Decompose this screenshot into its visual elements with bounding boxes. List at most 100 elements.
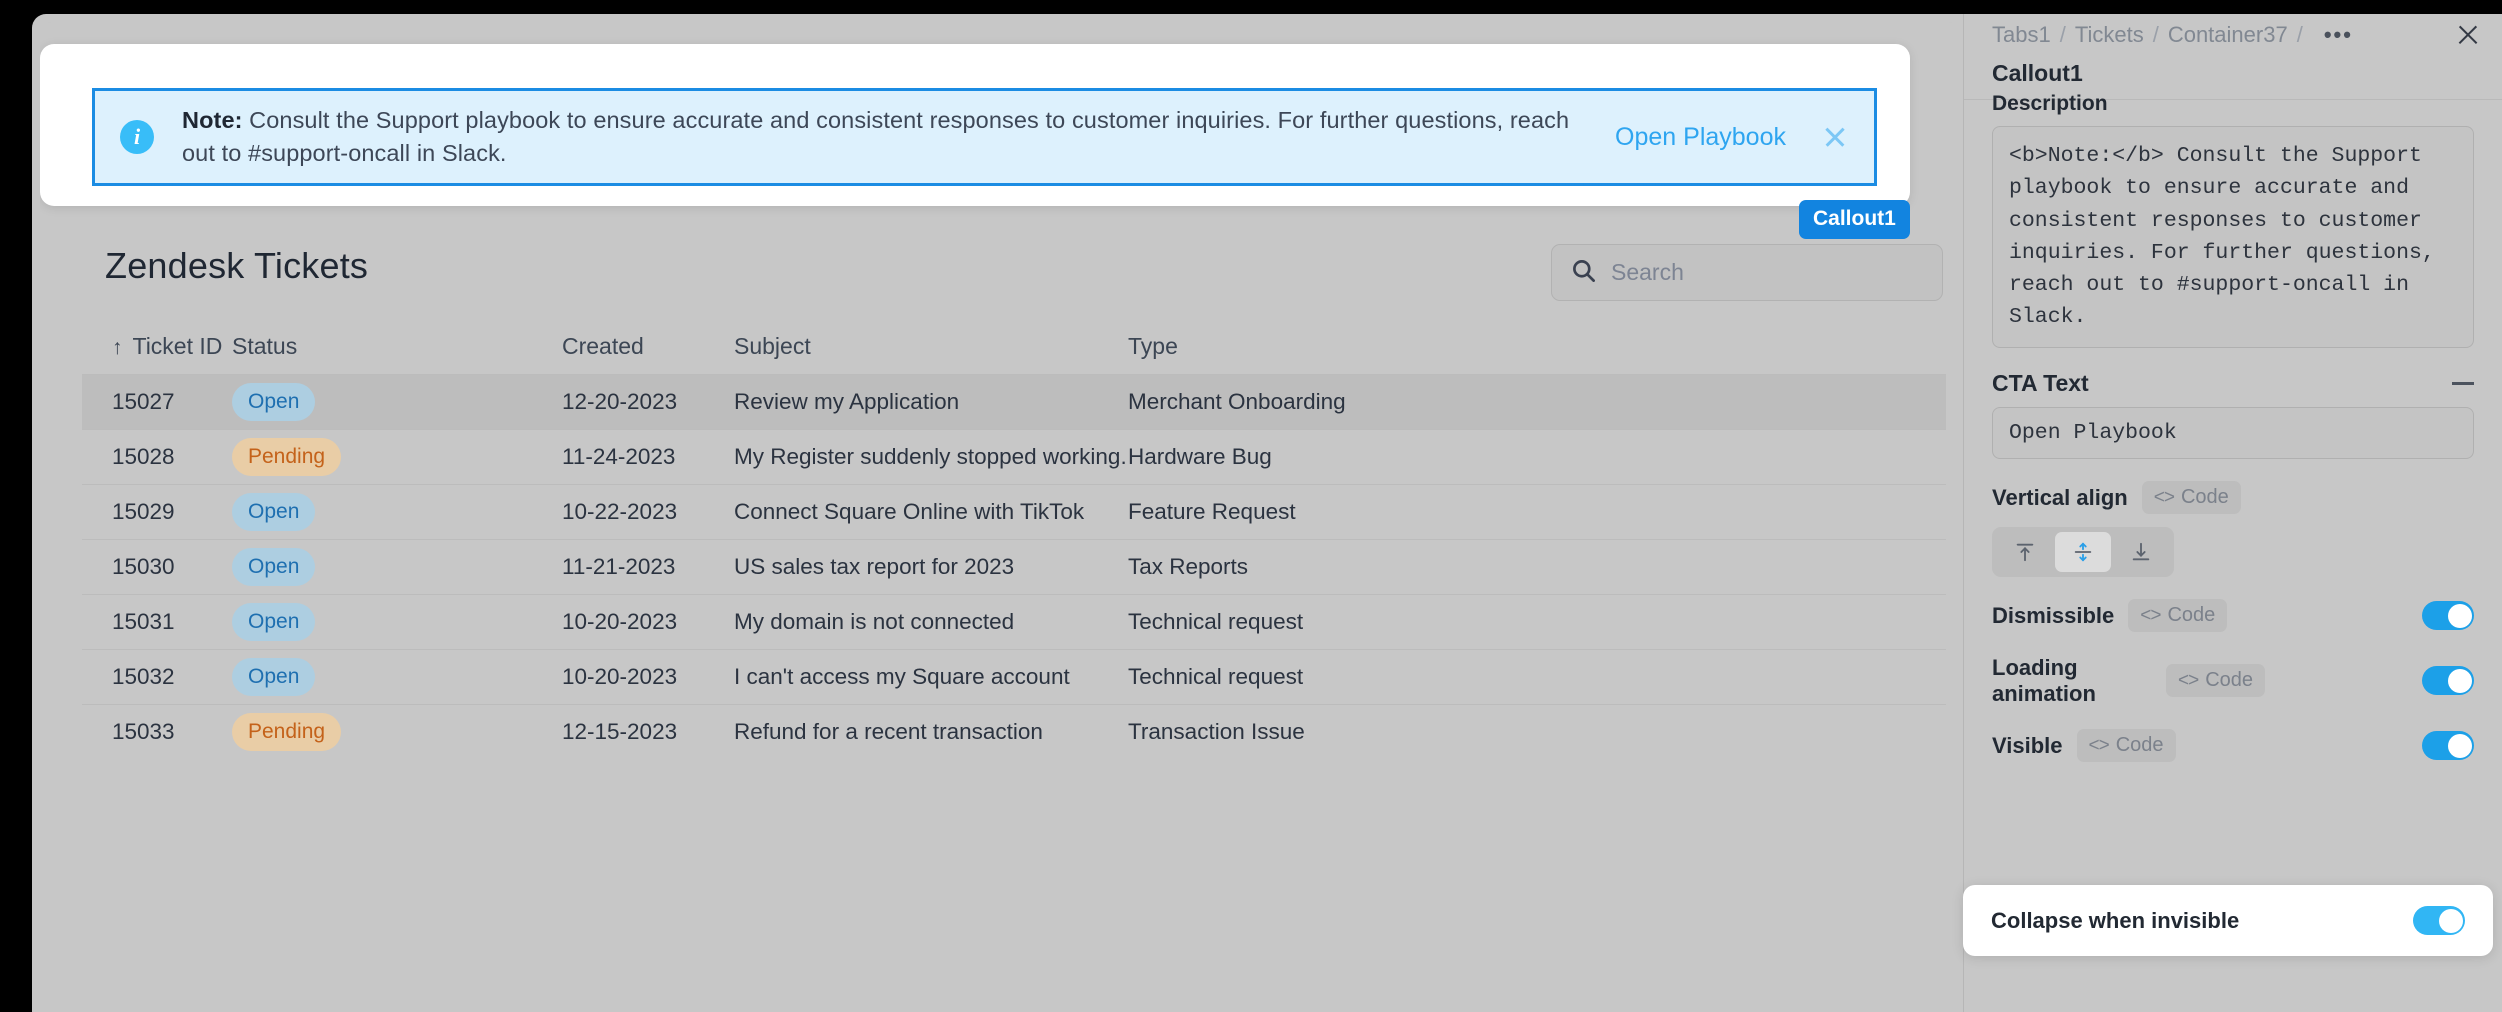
search-input[interactable]: Search	[1551, 244, 1943, 301]
code-chip-label: Code	[2116, 734, 2164, 757]
tickets-table: ↑Ticket ID Status Created Subject Type 1…	[82, 318, 1946, 759]
cell-ticket-id: 15028	[82, 444, 232, 470]
code-chip[interactable]: <> Code	[2077, 729, 2176, 762]
code-chip[interactable]: <>Code	[2128, 599, 2227, 632]
cell-type: Feature Request	[1128, 499, 1528, 525]
column-header-ticket-id[interactable]: ↑Ticket ID	[82, 333, 232, 360]
breadcrumb-separator: /	[2297, 22, 2303, 48]
table-row[interactable]: 15030Open 11-21-2023US sales tax report f…	[82, 539, 1946, 594]
property-toggle[interactable]	[2422, 601, 2474, 630]
status-badge: Open	[232, 493, 315, 531]
table-row[interactable]: 15031Open10-20-2023My domain is not conn…	[82, 594, 1946, 649]
table-row[interactable]: 15033Pending12-15-2023Refund for a recen…	[82, 704, 1946, 759]
close-icon[interactable]	[1822, 124, 1848, 150]
cell-created: 10-22-2023	[562, 499, 734, 525]
search-placeholder: Search	[1611, 259, 1684, 286]
callout-banner[interactable]: i Note: Consult the Support playbook to …	[92, 88, 1877, 186]
vertical-align-label: Vertical align	[1992, 485, 2128, 511]
cell-subject: I can't access my Square account	[734, 664, 1128, 690]
table-row[interactable]: 15032Open 10-20-2023I can't access my Squ…	[82, 649, 1946, 704]
cell-created: 12-15-2023	[562, 719, 734, 745]
cell-type: Tax Reports	[1128, 554, 1528, 580]
column-header-created[interactable]: Created	[562, 333, 734, 360]
cell-created: 10-20-2023	[562, 664, 734, 690]
breadcrumb: Tabs1 / Tickets / Container37 / •••	[1964, 14, 2502, 56]
cell-status: Pending	[232, 713, 562, 751]
collapse-when-invisible-label: Collapse when invisible	[1991, 908, 2239, 934]
cell-created: 11-21-2023	[562, 554, 734, 580]
status-badge: Open	[232, 548, 315, 586]
cell-created: 10-20-2023	[562, 609, 734, 635]
toggle-knob	[2448, 734, 2472, 758]
toggle-knob	[2448, 669, 2472, 693]
cell-status: Open	[232, 493, 562, 531]
cta-text-input[interactable]: Open Playbook	[1992, 407, 2474, 459]
toggle-knob	[2448, 604, 2472, 628]
cell-type: Technical request	[1128, 664, 1528, 690]
search-icon	[1570, 257, 1597, 289]
column-header-status[interactable]: Status	[232, 333, 562, 360]
status-badge: Open	[232, 658, 315, 696]
collapse-when-invisible-row[interactable]: Collapse when invisible	[1963, 885, 2493, 956]
cell-ticket-id: 15027	[82, 389, 232, 415]
cell-ticket-id: 15032	[82, 664, 232, 690]
property-row: Dismissible<>Code	[1992, 599, 2474, 633]
close-icon[interactable]	[2456, 23, 2480, 47]
cta-text-section-header: CTA Text	[1992, 370, 2474, 397]
code-brackets-icon: <>	[2089, 735, 2109, 757]
breadcrumb-overflow-icon[interactable]: •••	[2324, 22, 2353, 48]
cell-ticket-id: 15030	[82, 554, 232, 580]
code-chip-label: Code	[2167, 604, 2215, 627]
cta-text-label: CTA Text	[1992, 370, 2089, 397]
breadcrumb-item-tickets[interactable]: Tickets	[2075, 22, 2144, 48]
cell-subject: US sales tax report for 2023	[734, 554, 1128, 580]
cell-type: Technical request	[1128, 609, 1528, 635]
breadcrumb-item-container37[interactable]: Container37	[2168, 22, 2288, 48]
column-header-type[interactable]: Type	[1128, 333, 1528, 360]
code-chip-label: Code	[2205, 669, 2253, 692]
vertical-align-segmented-control	[1992, 527, 2174, 577]
table-row[interactable]: 15028Pending11-24-2023My Register sudden…	[82, 429, 1946, 484]
app-preview-area: i Note: Consult the Support playbook to …	[40, 22, 1960, 1012]
description-textarea[interactable]: <b>Note:</b> Consult the Support playboo…	[1992, 126, 2474, 348]
property-toggle[interactable]	[2422, 666, 2474, 695]
property-toggle[interactable]	[2422, 731, 2474, 760]
breadcrumb-separator: /	[2060, 22, 2066, 48]
callout-message-body: Consult the Support playbook to ensure a…	[182, 107, 1569, 166]
cell-subject: Refund for a recent transaction	[734, 719, 1128, 745]
cell-created: 11-24-2023	[562, 444, 734, 470]
align-bottom-button[interactable]	[2113, 532, 2169, 572]
code-chip[interactable]: <>Code	[2166, 664, 2265, 697]
align-middle-button[interactable]	[2055, 532, 2111, 572]
callout-note-label: Note:	[182, 107, 243, 133]
callout-message: Note: Consult the Support playbook to en…	[182, 104, 1595, 171]
table-row[interactable]: 15027Open12-20-2023Review my Application…	[82, 374, 1946, 429]
property-row: Loading animation <>Code	[1992, 655, 2474, 707]
column-header-subject[interactable]: Subject	[734, 333, 1128, 360]
breadcrumb-item-tabs1[interactable]: Tabs1	[1992, 22, 2051, 48]
description-label: Description	[1992, 92, 2474, 116]
open-playbook-button[interactable]: Open Playbook	[1615, 123, 1786, 152]
property-label: Loading animation	[1992, 655, 2152, 707]
cell-subject: My Register suddenly stopped working.	[734, 444, 1128, 470]
callout-overlay-card: i Note: Consult the Support playbook to …	[40, 44, 1910, 206]
cell-status: Pending	[232, 438, 562, 476]
cell-status: Open	[232, 383, 562, 421]
cell-ticket-id: 15031	[82, 609, 232, 635]
cell-created: 12-20-2023	[562, 389, 734, 415]
align-top-button[interactable]	[1997, 532, 2053, 572]
cell-type: Merchant Onboarding	[1128, 389, 1528, 415]
minus-icon[interactable]	[2452, 382, 2474, 385]
vertical-align-row: Vertical align <> Code	[1992, 481, 2474, 515]
table-header-row: ↑Ticket ID Status Created Subject Type	[82, 318, 1946, 374]
cell-status: Open	[232, 548, 562, 586]
cell-ticket-id: 15033	[82, 719, 232, 745]
code-brackets-icon: <>	[2154, 487, 2174, 509]
cell-status: Open	[232, 658, 562, 696]
collapse-when-invisible-toggle[interactable]	[2413, 906, 2465, 935]
tickets-panel: Zendesk Tickets ↑Ticket ID Status Create…	[40, 218, 1960, 1012]
code-chip-vertical-align[interactable]: <> Code	[2142, 481, 2241, 514]
property-row: Visible<>Code	[1992, 729, 2474, 763]
page-title: Zendesk Tickets	[105, 245, 368, 287]
table-row[interactable]: 15029Open10-22-2023Connect Square Online…	[82, 484, 1946, 539]
